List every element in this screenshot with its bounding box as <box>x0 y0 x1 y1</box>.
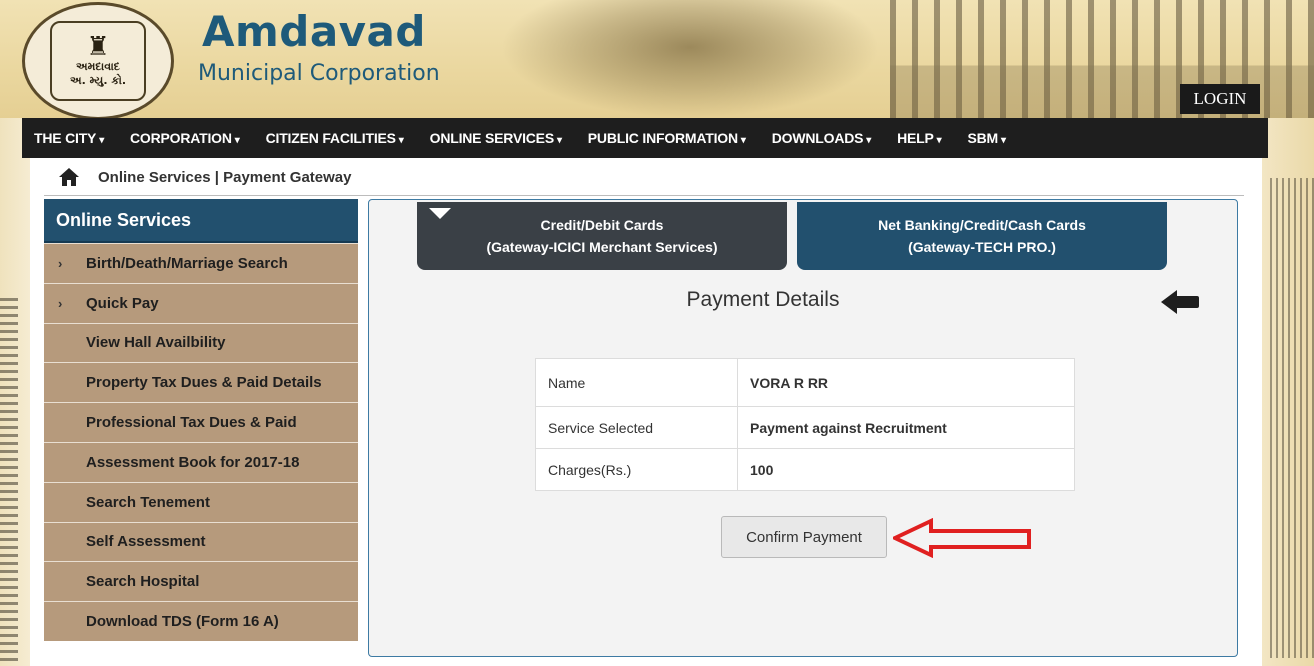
payment-details-title: Payment Details <box>686 288 840 311</box>
nav-label: CITIZEN FACILITIES <box>265 130 396 146</box>
nav-the-city[interactable]: THE CITY ▾ <box>34 130 104 146</box>
breadcrumb: Online Services | Payment Gateway <box>58 163 351 191</box>
nav-label: CORPORATION <box>130 130 232 146</box>
back-arrow-icon[interactable] <box>1161 288 1199 321</box>
caret-down-icon: ▾ <box>234 135 240 146</box>
nav-corporation[interactable]: CORPORATION ▾ <box>130 130 240 146</box>
row-label: Name <box>535 358 738 407</box>
site-subtitle: Municipal Corporation <box>198 61 440 86</box>
nav-online-services[interactable]: ONLINE SERVICES ▾ <box>430 130 562 146</box>
table-row: Service Selected Payment against Recruit… <box>535 406 1075 449</box>
sidebar-item-label: Search Hospital <box>86 573 200 591</box>
sidebar: Online Services › Birth/Death/Marriage Se… <box>44 199 358 643</box>
caret-down-icon: ▾ <box>556 135 562 146</box>
breadcrumb-divider <box>44 195 1244 196</box>
sidebar-item-label: Professional Tax Dues & Paid <box>86 414 297 432</box>
main-nav: THE CITY ▾ CORPORATION ▾ CITIZEN FACILITIE… <box>22 118 1268 158</box>
sidebar-item-label: Download TDS (Form 16 A) <box>86 613 279 631</box>
red-arrow-annotation-icon <box>890 517 1033 563</box>
table-row: Name VORA R RR <box>535 358 1075 407</box>
sidebar-item-search-tenement[interactable]: Search Tenement <box>44 481 358 522</box>
nav-label: PUBLIC INFORMATION <box>587 130 738 146</box>
login-button[interactable]: LOGIN <box>1180 84 1260 114</box>
breadcrumb-text: Online Services | Payment Gateway <box>98 168 352 186</box>
confirm-payment-button[interactable]: Confirm Payment <box>721 516 887 558</box>
caret-down-icon: ▾ <box>740 135 746 146</box>
tab-net-banking[interactable]: Net Banking/Credit/Cash Cards (Gateway-T… <box>797 202 1167 270</box>
nav-public-information[interactable]: PUBLIC INFORMATION ▾ <box>588 130 746 146</box>
sidebar-item-label: Search Tenement <box>86 493 210 511</box>
logo-text-top: અમદાવાદ <box>76 60 120 73</box>
sidebar-item-quick-pay[interactable]: › Quick Pay <box>44 282 358 323</box>
nav-citizen-facilities[interactable]: CITIZEN FACILITIES ▾ <box>266 130 404 146</box>
tab-label-line2: (Gateway-TECH PRO.) <box>908 239 1056 255</box>
sidebar-item-download-tds[interactable]: Download TDS (Form 16 A) <box>44 601 358 641</box>
caret-down-icon: ▾ <box>398 135 404 146</box>
sidebar-item-assessment-book[interactable]: Assessment Book for 2017-18 <box>44 441 358 482</box>
row-label: Service Selected <box>535 406 738 449</box>
site-title: Amdavad <box>202 7 426 56</box>
sidebar-item-professional-tax[interactable]: Professional Tax Dues & Paid <box>44 402 358 442</box>
sidebar-item-self-assessment[interactable]: Self Assessment <box>44 521 358 562</box>
nav-downloads[interactable]: DOWNLOADS ▾ <box>771 130 872 146</box>
nav-help[interactable]: HELP ▾ <box>897 130 942 146</box>
sidebar-item-label: Assessment Book for 2017-18 <box>86 453 300 471</box>
caret-down-icon: ▾ <box>866 135 872 146</box>
chevron-right-icon: › <box>58 255 63 271</box>
nav-label: HELP <box>897 130 934 146</box>
row-label: Charges(Rs.) <box>535 448 738 491</box>
logo-emblem: ♜ અમદાવાદ અ. મ્યુ. કો. <box>50 21 146 101</box>
sidebar-item-label: Quick Pay <box>86 294 159 312</box>
sidebar-item-view-hall-availbility[interactable]: View Hall Availbility <box>44 322 358 363</box>
nav-label: ONLINE SERVICES <box>429 130 555 146</box>
sidebar-item-property-tax[interactable]: Property Tax Dues & Paid Details <box>44 362 358 403</box>
nav-sbm[interactable]: SBM ▾ <box>967 130 1006 146</box>
caret-down-icon: ▾ <box>99 135 105 146</box>
site-header <box>0 0 1314 118</box>
nav-label: SBM <box>967 130 998 146</box>
sidebar-title: Online Services <box>44 199 358 243</box>
left-decoration <box>0 118 30 666</box>
caret-down-icon: ▾ <box>1001 135 1006 146</box>
logo-text-bottom: અ. મ્યુ. કો. <box>69 74 127 87</box>
sidebar-item-label: View Hall Availbility <box>86 334 226 352</box>
tab-label-line1: Net Banking/Credit/Cash Cards <box>878 217 1086 233</box>
header-tree-sketch <box>500 0 880 118</box>
sidebar-item-label: Self Assessment <box>86 533 206 551</box>
amc-logo[interactable]: ♜ અમદાવાદ અ. મ્યુ. કો. <box>22 2 174 120</box>
nav-label: THE CITY <box>34 130 97 146</box>
caret-down-icon <box>429 208 451 219</box>
row-value: VORA R RR <box>737 358 1075 407</box>
sidebar-item-label: Property Tax Dues & Paid Details <box>86 374 322 392</box>
table-row: Charges(Rs.) 100 <box>535 448 1075 491</box>
tab-credit-debit-cards[interactable]: Credit/Debit Cards (Gateway-ICICI Mercha… <box>417 202 787 270</box>
home-icon[interactable] <box>58 166 80 188</box>
row-value: 100 <box>737 448 1075 491</box>
right-decoration <box>1262 118 1314 666</box>
chevron-right-icon: › <box>58 295 63 311</box>
tab-label-line2: (Gateway-ICICI Merchant Services) <box>486 239 718 255</box>
sidebar-item-search-hospital[interactable]: Search Hospital <box>44 561 358 602</box>
row-value: Payment against Recruitment <box>737 406 1075 449</box>
sidebar-item-label: Birth/Death/Marriage Search <box>86 254 288 272</box>
caret-down-icon: ▾ <box>936 135 942 146</box>
tab-label-line1: Credit/Debit Cards <box>540 217 664 233</box>
nav-label: DOWNLOADS <box>771 130 864 146</box>
sidebar-item-birth-death-marriage-search[interactable]: › Birth/Death/Marriage Search <box>44 243 358 283</box>
payment-details-table: Name VORA R RR Service Selected Payment … <box>535 358 1075 491</box>
tower-icon: ♜ <box>86 32 110 62</box>
payment-panel: Credit/Debit Cards (Gateway-ICICI Mercha… <box>368 199 1238 657</box>
